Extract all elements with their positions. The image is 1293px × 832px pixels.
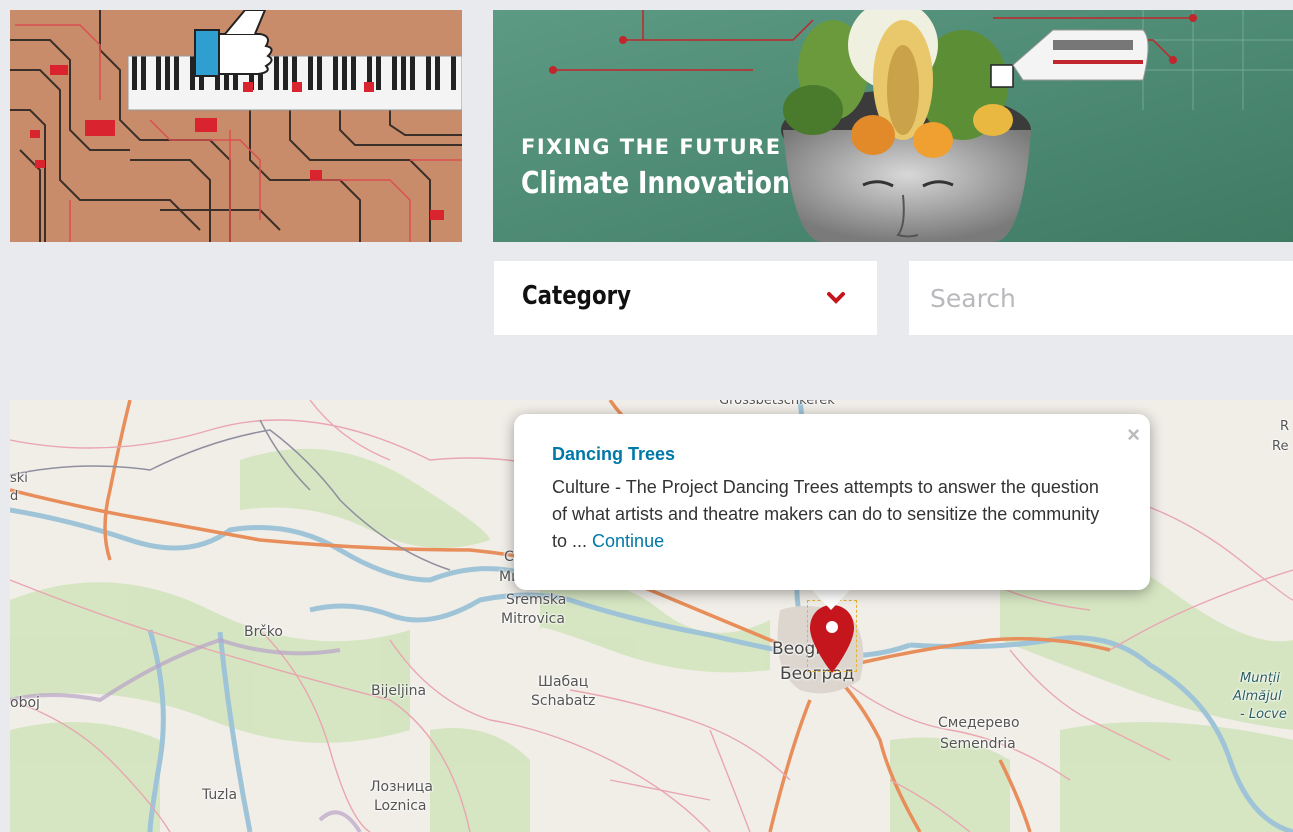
map-label-loznica-latin: Loznica [374,798,427,814]
map-label-mitrovica: Mitrovica [501,611,565,627]
banner-headline[interactable]: Climate Innovation [521,162,790,206]
chevron-down-icon [827,292,845,304]
thumbs-up-small-icon [990,64,1014,88]
map-label-brcko: Brčko [244,624,283,640]
popup-description: Culture - The Project Dancing Trees atte… [552,474,1112,555]
banner-circuit-image[interactable] [10,10,462,242]
map-label-sremska: Sremska [506,592,567,608]
map-label-d: d [10,489,19,504]
category-dropdown[interactable]: Category [494,261,877,335]
map-label-grossbetschkerek: Grossbetschkerek [719,400,835,408]
map-label-almajului: Almăjul [1233,689,1282,704]
map-label-semendria: Semendria [940,736,1016,752]
map-label-smederevo: Смедерево [938,715,1020,731]
map-label-ski: ski [10,471,28,486]
popup-title[interactable]: Dancing Trees [552,444,675,465]
banner-caption: FIXING THE FUTURE Climate Innovation [521,132,841,206]
map-label-c: C [504,549,514,565]
map-label-re: Re [1272,439,1289,454]
map-label-tuzla: Tuzla [202,787,238,803]
map-label-schabatz: Schabatz [531,693,596,709]
circuit-board-illustration [10,10,462,242]
map-label-bijeljina: Bijeljina [371,683,427,699]
popup-tip [810,588,852,610]
continue-link[interactable]: Continue [592,531,664,551]
banner-kicker: FIXING THE FUTURE [521,135,782,159]
category-dropdown-label: Category [522,281,632,311]
map-popup: × Dancing Trees Culture - The Project Da… [514,414,1150,590]
search-input[interactable] [909,261,1293,335]
climate-head-illustration [493,10,1293,242]
map-label-locvei: - Locve [1240,707,1287,722]
close-icon[interactable]: × [1127,424,1140,446]
map-marker-icon[interactable] [808,603,856,675]
map-label-r: R [1280,419,1290,434]
map-label-doboj: oboj [10,695,40,711]
map-label-muntii: Munții [1240,671,1281,686]
map-label-sabac: Шабац [538,674,589,690]
banner-climate-innovation[interactable]: FIXING THE FUTURE Climate Innovation [493,10,1293,242]
map-label-loznica-cyrillic: Лозница [370,779,433,795]
